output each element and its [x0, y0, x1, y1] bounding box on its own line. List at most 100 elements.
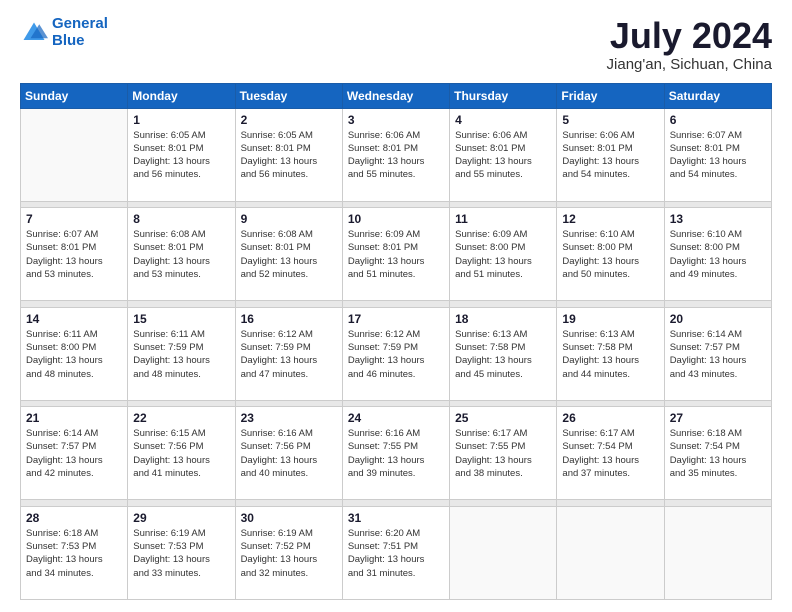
day-number: 5 [562, 113, 658, 127]
day-number: 22 [133, 411, 229, 425]
day-info: Sunrise: 6:19 AMSunset: 7:52 PMDaylight:… [241, 527, 337, 580]
day-number: 17 [348, 312, 444, 326]
day-info: Sunrise: 6:15 AMSunset: 7:56 PMDaylight:… [133, 427, 229, 480]
calendar-cell-w5-d0: 28 Sunrise: 6:18 AMSunset: 7:53 PMDayligh… [21, 506, 128, 599]
day-info: Sunrise: 6:05 AMSunset: 8:01 PMDaylight:… [133, 129, 229, 182]
day-info: Sunrise: 6:08 AMSunset: 8:01 PMDaylight:… [241, 228, 337, 281]
day-info: Sunrise: 6:08 AMSunset: 8:01 PMDaylight:… [133, 228, 229, 281]
day-number: 26 [562, 411, 658, 425]
calendar-cell-w5-d3: 31 Sunrise: 6:20 AMSunset: 7:51 PMDayligh… [342, 506, 449, 599]
day-number: 15 [133, 312, 229, 326]
day-number: 8 [133, 212, 229, 226]
day-info: Sunrise: 6:07 AMSunset: 8:01 PMDaylight:… [26, 228, 122, 281]
page: General Blue July 2024 Jiang'an, Sichuan… [0, 0, 792, 612]
logo-line2: Blue [52, 32, 85, 49]
day-number: 19 [562, 312, 658, 326]
day-number: 28 [26, 511, 122, 525]
calendar-cell-w4-d6: 27 Sunrise: 6:18 AMSunset: 7:54 PMDayligh… [664, 407, 771, 500]
day-info: Sunrise: 6:14 AMSunset: 7:57 PMDaylight:… [26, 427, 122, 480]
calendar-cell-w3-d0: 14 Sunrise: 6:11 AMSunset: 8:00 PMDayligh… [21, 307, 128, 400]
header-tuesday: Tuesday [235, 83, 342, 108]
header-sunday: Sunday [21, 83, 128, 108]
day-info: Sunrise: 6:16 AMSunset: 7:55 PMDaylight:… [348, 427, 444, 480]
location: Jiang'an, Sichuan, China [607, 56, 772, 73]
header-friday: Friday [557, 83, 664, 108]
day-number: 29 [133, 511, 229, 525]
weekday-header-row: Sunday Monday Tuesday Wednesday Thursday… [21, 83, 772, 108]
calendar-cell-w5-d5 [557, 506, 664, 599]
title-block: July 2024 Jiang'an, Sichuan, China [607, 16, 772, 73]
day-info: Sunrise: 6:11 AMSunset: 8:00 PMDaylight:… [26, 328, 122, 381]
calendar-cell-w5-d4 [450, 506, 557, 599]
header: General Blue July 2024 Jiang'an, Sichuan… [20, 16, 772, 73]
day-number: 4 [455, 113, 551, 127]
calendar-cell-w5-d1: 29Sunrise: 6:19 AMSunset: 7:53 PMDayligh… [128, 506, 235, 599]
day-info: Sunrise: 6:17 AMSunset: 7:54 PMDaylight:… [562, 427, 658, 480]
day-number: 7 [26, 212, 122, 226]
calendar-cell-w3-d1: 15 Sunrise: 6:11 AMSunset: 7:59 PMDayligh… [128, 307, 235, 400]
calendar-cell-w3-d3: 17 Sunrise: 6:12 AMSunset: 7:59 PMDayligh… [342, 307, 449, 400]
calendar-cell-w1-d0 [21, 108, 128, 201]
calendar-cell-w1-d1: 1 Sunrise: 6:05 AMSunset: 8:01 PMDaylight… [128, 108, 235, 201]
calendar-cell-w1-d4: 4 Sunrise: 6:06 AMSunset: 8:01 PMDaylight… [450, 108, 557, 201]
day-info: Sunrise: 6:12 AMSunset: 7:59 PMDaylight:… [348, 328, 444, 381]
calendar-cell-w1-d5: 5 Sunrise: 6:06 AMSunset: 8:01 PMDaylight… [557, 108, 664, 201]
day-info: Sunrise: 6:14 AMSunset: 7:57 PMDaylight:… [670, 328, 766, 381]
day-number: 16 [241, 312, 337, 326]
day-number: 24 [348, 411, 444, 425]
calendar-cell-w4-d2: 23 Sunrise: 6:16 AMSunset: 7:56 PMDayligh… [235, 407, 342, 500]
calendar-cell-w3-d2: 16Sunrise: 6:12 AMSunset: 7:59 PMDayligh… [235, 307, 342, 400]
day-info: Sunrise: 6:13 AMSunset: 7:58 PMDaylight:… [562, 328, 658, 381]
calendar-cell-w3-d6: 20 Sunrise: 6:14 AMSunset: 7:57 PMDayligh… [664, 307, 771, 400]
day-info: Sunrise: 6:11 AMSunset: 7:59 PMDaylight:… [133, 328, 229, 381]
calendar-cell-w2-d3: 10Sunrise: 6:09 AMSunset: 8:01 PMDayligh… [342, 208, 449, 301]
calendar-cell-w3-d4: 18Sunrise: 6:13 AMSunset: 7:58 PMDayligh… [450, 307, 557, 400]
logo-line1: General [52, 15, 108, 32]
day-info: Sunrise: 6:17 AMSunset: 7:55 PMDaylight:… [455, 427, 551, 480]
day-info: Sunrise: 6:05 AMSunset: 8:01 PMDaylight:… [241, 129, 337, 182]
calendar-cell-w4-d3: 24 Sunrise: 6:16 AMSunset: 7:55 PMDayligh… [342, 407, 449, 500]
day-info: Sunrise: 6:09 AMSunset: 8:01 PMDaylight:… [348, 228, 444, 281]
logo-text: General Blue [52, 16, 108, 49]
calendar-cell-w2-d5: 12 Sunrise: 6:10 AMSunset: 8:00 PMDayligh… [557, 208, 664, 301]
day-info: Sunrise: 6:09 AMSunset: 8:00 PMDaylight:… [455, 228, 551, 281]
calendar-cell-w4-d1: 22 Sunrise: 6:15 AMSunset: 7:56 PMDayligh… [128, 407, 235, 500]
calendar-cell-w1-d3: 3 Sunrise: 6:06 AMSunset: 8:01 PMDaylight… [342, 108, 449, 201]
day-info: Sunrise: 6:10 AMSunset: 8:00 PMDaylight:… [562, 228, 658, 281]
logo-icon [20, 19, 48, 47]
week-row-2: 7 Sunrise: 6:07 AMSunset: 8:01 PMDaylight… [21, 208, 772, 301]
day-number: 20 [670, 312, 766, 326]
calendar-cell-w5-d2: 30 Sunrise: 6:19 AMSunset: 7:52 PMDayligh… [235, 506, 342, 599]
week-row-3: 14 Sunrise: 6:11 AMSunset: 8:00 PMDayligh… [21, 307, 772, 400]
calendar-cell-w4-d5: 26 Sunrise: 6:17 AMSunset: 7:54 PMDayligh… [557, 407, 664, 500]
calendar-cell-w1-d2: 2 Sunrise: 6:05 AMSunset: 8:01 PMDaylight… [235, 108, 342, 201]
day-info: Sunrise: 6:16 AMSunset: 7:56 PMDaylight:… [241, 427, 337, 480]
week-row-1: 1 Sunrise: 6:05 AMSunset: 8:01 PMDaylight… [21, 108, 772, 201]
day-number: 25 [455, 411, 551, 425]
calendar-cell-w2-d6: 13Sunrise: 6:10 AMSunset: 8:00 PMDayligh… [664, 208, 771, 301]
day-number: 14 [26, 312, 122, 326]
day-number: 27 [670, 411, 766, 425]
day-number: 23 [241, 411, 337, 425]
day-number: 3 [348, 113, 444, 127]
day-info: Sunrise: 6:18 AMSunset: 7:54 PMDaylight:… [670, 427, 766, 480]
day-info: Sunrise: 6:20 AMSunset: 7:51 PMDaylight:… [348, 527, 444, 580]
day-info: Sunrise: 6:18 AMSunset: 7:53 PMDaylight:… [26, 527, 122, 580]
day-info: Sunrise: 6:06 AMSunset: 8:01 PMDaylight:… [348, 129, 444, 182]
day-number: 1 [133, 113, 229, 127]
day-number: 9 [241, 212, 337, 226]
calendar-cell-w4-d0: 21Sunrise: 6:14 AMSunset: 7:57 PMDayligh… [21, 407, 128, 500]
calendar-cell-w4-d4: 25 Sunrise: 6:17 AMSunset: 7:55 PMDayligh… [450, 407, 557, 500]
week-row-4: 21Sunrise: 6:14 AMSunset: 7:57 PMDayligh… [21, 407, 772, 500]
day-number: 2 [241, 113, 337, 127]
header-saturday: Saturday [664, 83, 771, 108]
calendar-cell-w2-d4: 11Sunrise: 6:09 AMSunset: 8:00 PMDayligh… [450, 208, 557, 301]
day-info: Sunrise: 6:06 AMSunset: 8:01 PMDaylight:… [562, 129, 658, 182]
day-info: Sunrise: 6:07 AMSunset: 8:01 PMDaylight:… [670, 129, 766, 182]
day-number: 12 [562, 212, 658, 226]
day-info: Sunrise: 6:06 AMSunset: 8:01 PMDaylight:… [455, 129, 551, 182]
calendar-cell-w2-d2: 9 Sunrise: 6:08 AMSunset: 8:01 PMDaylight… [235, 208, 342, 301]
calendar-cell-w2-d0: 7 Sunrise: 6:07 AMSunset: 8:01 PMDaylight… [21, 208, 128, 301]
day-number: 30 [241, 511, 337, 525]
day-number: 31 [348, 511, 444, 525]
